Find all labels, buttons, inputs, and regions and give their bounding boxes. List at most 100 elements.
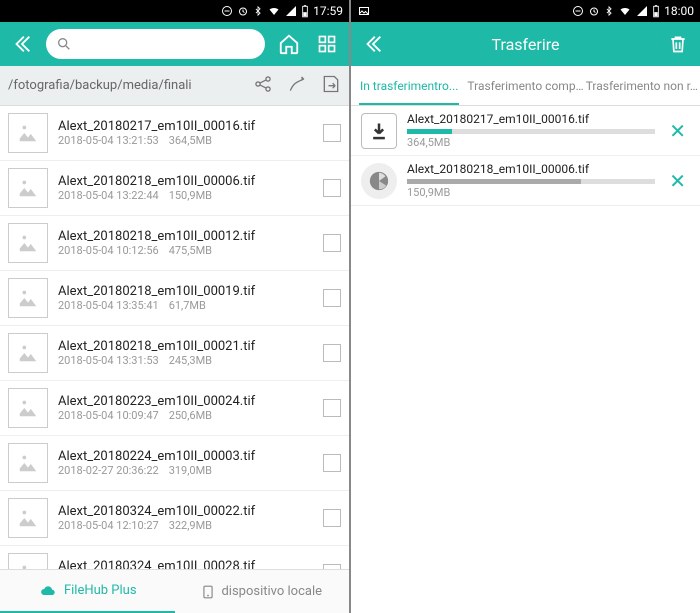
tab-label: In trasferimentro... [360,79,458,93]
file-thumbnail [8,443,48,483]
tab-failed[interactable]: Trasferimento non r… [584,66,700,105]
path-row: /fotografia/backup/media/finali [0,66,349,106]
file-checkbox[interactable] [323,344,341,362]
file-thumbnail [8,388,48,428]
bluetooth-icon [604,5,614,17]
file-list[interactable]: Alext_20180217_em10II_00016.tif2018-05-0… [0,106,349,569]
download-icon [361,113,397,149]
cloud-icon [38,583,58,599]
status-time: 18:00 [664,4,694,18]
file-checkbox[interactable] [323,399,341,417]
progress-bar [407,129,655,134]
toolbar: Trasferire [351,22,700,66]
tab-label: Trasferimento comp… [467,79,583,93]
phone-left: 17:59 /fotografia/backup/media/finali Al… [0,0,349,613]
file-date: 2018-05-04 10:12:56 [58,244,159,257]
file-thumbnail [8,498,48,538]
file-date: 2018-05-04 13:35:41 [58,299,159,312]
search-icon [56,36,72,52]
cancel-transfer-button[interactable]: ✕ [665,119,690,143]
bottom-tab-filehub[interactable]: FileHub Plus [0,570,175,613]
transfer-size: 150,9MB [407,186,655,199]
file-size: 61,7MB [169,299,206,312]
breadcrumb[interactable]: /fotografia/backup/media/finali [8,78,239,93]
settings-button[interactable] [287,74,307,98]
file-row[interactable]: Alext_20180218_em10II_00006.tif2018-05-0… [0,161,349,216]
file-row[interactable]: Alext_20180218_em10II_00019.tif2018-05-0… [0,271,349,326]
bottom-tab-local[interactable]: dispositivo locale [175,570,350,613]
tab-completed[interactable]: Trasferimento comp… [467,66,583,105]
back-button[interactable] [8,30,36,58]
phone-right: 18:00 Trasferire In trasferimentro... Tr… [351,0,700,613]
search-box[interactable] [46,29,265,59]
picture-icon [357,5,371,17]
tab-in-progress[interactable]: In trasferimentro... [351,66,467,105]
file-row[interactable]: Alext_20180218_em10II_00012.tif2018-05-0… [0,216,349,271]
battery-icon [652,4,660,18]
search-input[interactable] [78,37,255,52]
file-date: 2018-05-04 10:09:47 [58,409,159,422]
file-size: 364,5MB [169,134,212,147]
file-thumbnail [8,168,48,208]
bluetooth-icon [253,5,263,17]
file-size: 322,9MB [169,519,212,532]
file-name: Alext_20180224_em10II_00003.tif [58,449,313,464]
transfer-name: Alext_20180217_em10II_00016.tif [407,112,655,126]
file-thumbnail [8,333,48,373]
transfer-size: 364,5MB [407,136,655,149]
file-size: 245,3MB [169,354,212,367]
wifi-icon [267,5,281,17]
file-checkbox[interactable] [323,179,341,197]
file-name: Alext_20180218_em10II_00019.tif [58,284,313,299]
transfer-row[interactable]: Alext_20180218_em10II_00006.tif150,9MB✕ [351,156,700,206]
file-size: 319,0MB [169,464,212,477]
file-date: 2018-05-04 13:22:44 [58,189,159,202]
back-button[interactable] [359,30,387,58]
file-row[interactable]: Alext_20180217_em10II_00016.tif2018-05-0… [0,106,349,161]
file-checkbox[interactable] [323,454,341,472]
file-thumbnail [8,113,48,153]
file-thumbnail [8,223,48,263]
file-thumbnail [8,278,48,318]
file-date: 2018-05-04 13:31:53 [58,354,159,367]
cancel-transfer-button[interactable]: ✕ [665,169,690,193]
file-checkbox[interactable] [323,124,341,142]
file-row[interactable]: Alext_20180324_em10II_00022.tif2018-05-0… [0,491,349,546]
file-thumbnail [8,553,48,569]
export-button[interactable] [321,74,341,98]
file-size: 150,9MB [169,189,212,202]
file-name: Alext_20180218_em10II_00021.tif [58,339,313,354]
file-checkbox[interactable] [323,509,341,527]
delete-button[interactable] [664,30,692,58]
progress-bar [407,179,655,184]
page-title: Trasferire [397,35,654,54]
file-name: Alext_20180223_em10II_00024.tif [58,394,313,409]
share-button[interactable] [253,74,273,98]
file-date: 2018-02-27 20:36:22 [58,464,159,477]
signal-icon [285,5,297,17]
wifi-icon [618,5,632,17]
file-info: Alext_20180218_em10II_00012.tif2018-05-0… [58,229,313,257]
grid-button[interactable] [313,30,341,58]
transfer-row[interactable]: Alext_20180217_em10II_00016.tif 364,5MB ✕ [351,106,700,156]
alarm-icon [588,5,600,17]
bottom-tab-label: FileHub Plus [64,583,137,598]
home-button[interactable] [275,30,303,58]
file-info: Alext_20180218_em10II_00019.tif2018-05-0… [58,284,313,312]
waiting-icon [361,163,397,199]
file-name: Alext_20180324_em10II_00028.tif [58,559,313,569]
file-checkbox[interactable] [323,289,341,307]
file-date: 2018-05-04 12:10:27 [58,519,159,532]
transfer-info: Alext_20180217_em10II_00016.tif 364,5MB [407,112,655,149]
tab-label: Trasferimento non r… [586,79,698,93]
file-row[interactable]: Alext_20180224_em10II_00003.tif2018-02-2… [0,436,349,491]
file-name: Alext_20180324_em10II_00022.tif [58,504,313,519]
status-bar: 17:59 [0,0,349,22]
file-row[interactable]: Alext_20180223_em10II_00024.tif2018-05-0… [0,381,349,436]
status-time: 17:59 [313,4,343,18]
file-row[interactable]: Alext_20180218_em10II_00021.tif2018-05-0… [0,326,349,381]
file-size: 250,6MB [169,409,212,422]
file-row[interactable]: Alext_20180324_em10II_00028.tif2018-05-0… [0,546,349,569]
file-checkbox[interactable] [323,234,341,252]
bottom-tab-label: dispositivo locale [221,584,322,599]
